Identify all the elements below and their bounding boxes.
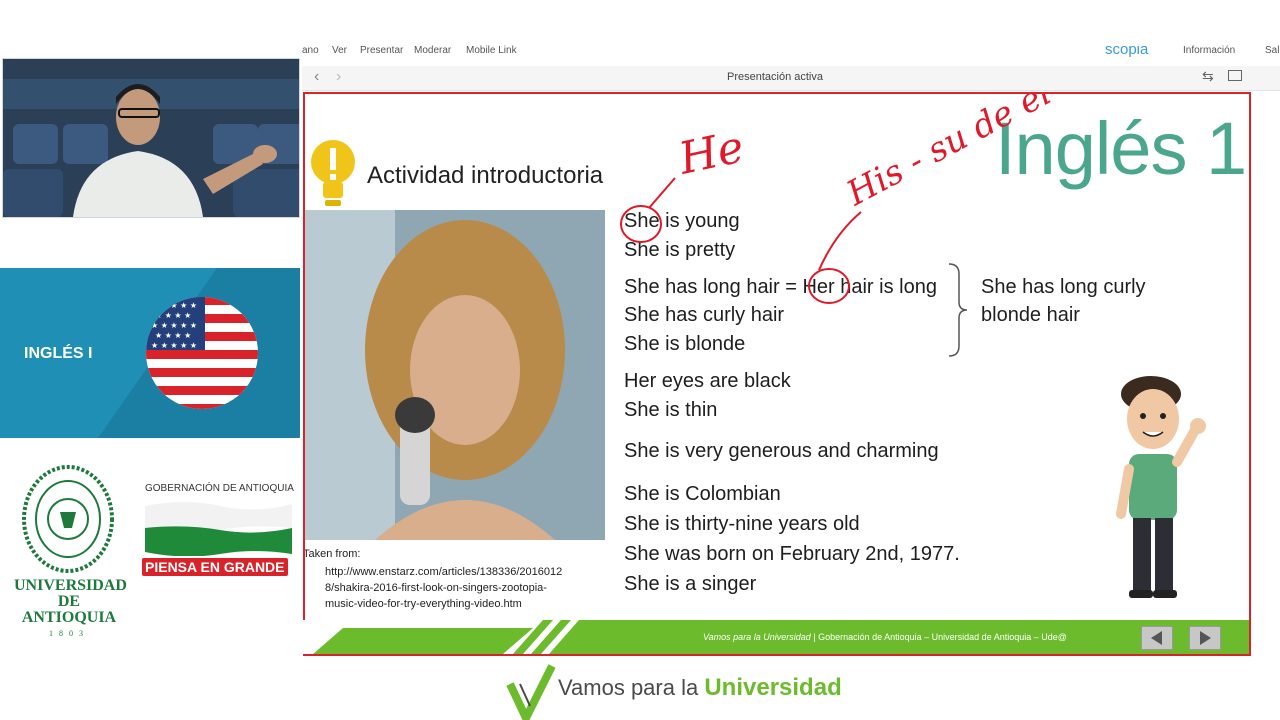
usa-flag-icon: ★ ★ ★ ★ ★ ★ ★ ★ ★ ★ ★ ★ ★ ★ ★ ★ ★ ★ ★ ★ … (146, 297, 258, 409)
bottom-logo-text: Vamos para la Universidad (558, 674, 842, 702)
next-slide-button[interactable] (1189, 626, 1221, 650)
menu-present[interactable]: Presentar (360, 45, 403, 56)
presentation-title: Presentación activa (727, 71, 823, 83)
right-triangle-icon (1200, 631, 1211, 645)
menu-info[interactable]: Información (1183, 45, 1235, 56)
handwriting-annotations: He His - su de él (620, 94, 1058, 304)
description-line: She is thirty-nine years old (624, 513, 860, 535)
menu-exit[interactable]: Salir (1265, 45, 1280, 56)
credit-url-3: music-video-for-try-everything-video.htm (325, 598, 522, 610)
menu-moderate[interactable]: Moderar (414, 45, 451, 56)
course-label: INGLÉS I (24, 345, 93, 362)
webcam-video (2, 58, 300, 218)
description-line: Her eyes are black (624, 370, 791, 392)
svg-text:★ ★ ★ ★: ★ ★ ★ ★ (155, 311, 191, 320)
svg-text:★ ★ ★ ★ ★: ★ ★ ★ ★ ★ (151, 321, 197, 330)
gov-slogan: PIENSA EN GRANDE (142, 558, 288, 576)
credit-label: Taken from: (303, 548, 361, 560)
description-line: She is very generous and charming (624, 440, 939, 462)
menu-file[interactable]: ano (302, 45, 319, 56)
left-triangle-icon (1151, 631, 1162, 645)
svg-text:★ ★ ★ ★ ★: ★ ★ ★ ★ ★ (151, 341, 197, 350)
svg-text:★ ★ ★ ★ ★: ★ ★ ★ ★ ★ (151, 301, 197, 310)
university-line2: DE ANTIOQUIA (21, 593, 117, 626)
gov-title: GOBERNACIÓN DE ANTIOQUIA (145, 483, 294, 494)
back-arrow-icon[interactable]: ‹ (314, 68, 319, 86)
menu-view[interactable]: Ver (332, 45, 347, 56)
antioquia-flag-icon (145, 502, 292, 556)
presenter-image (3, 59, 299, 217)
slide-canvas: Actividad introductoria Inglés 1 Taken f… (303, 92, 1251, 656)
scopia-brand: scopia (1105, 44, 1149, 58)
summary-line: blonde hair (981, 304, 1080, 326)
viewer-menubar: ano Ver Presentar Moderar Mobile Link sc… (302, 44, 1280, 58)
bottom-logo-strong: Universidad (704, 674, 842, 701)
previous-slide-button[interactable] (1141, 626, 1173, 650)
viewer-toolbar: ‹ › Presentación activa ⇆ (302, 66, 1280, 91)
description-line: She has curly hair (624, 304, 785, 326)
description-line: She is blonde (624, 333, 746, 355)
footer-italic: Vamos para la Universidad (703, 632, 811, 642)
university-year: 1803 (49, 629, 89, 638)
university-line1: UNIVERSIDAD (14, 577, 127, 594)
menu-mobile-link[interactable]: Mobile Link (466, 45, 517, 56)
credit-url-1: http://www.enstarz.com/articles/138336/2… (325, 566, 563, 578)
fullscreen-icon[interactable] (1228, 70, 1242, 81)
footer-text: Vamos para la Universidad | Gobernación … (703, 632, 1067, 642)
singer-photo (305, 210, 605, 540)
forward-arrow-icon[interactable]: › (336, 68, 341, 86)
svg-text:★ ★ ★ ★: ★ ★ ★ ★ (155, 331, 191, 340)
slide-footer: Vamos para la Universidad | Gobernación … (303, 620, 1249, 654)
description-line: She is a singer (624, 573, 757, 595)
university-seal-icon (22, 465, 114, 573)
credit-url[interactable]: http://www.enstarz.com/articles/138336/2… (325, 564, 562, 612)
description-line: She is Colombian (624, 483, 781, 505)
description-line: She was born on February 2nd, 1977. (624, 543, 960, 565)
description-line: She is thin (624, 399, 718, 421)
checkmark-logo-icon (506, 664, 556, 720)
footer-rest: | Gobernación de Antioquia – Universidad… (813, 632, 1067, 642)
swap-view-icon[interactable]: ⇆ (1202, 68, 1214, 85)
activity-title: Actividad introductoria (367, 162, 604, 189)
annotation-he: He (674, 121, 749, 184)
bottom-logo-prefix: Vamos para la (558, 675, 705, 700)
cartoon-boy-illustration (1116, 376, 1206, 598)
annotation-his: His - su de él (840, 94, 1058, 214)
lightbulb-icon (311, 140, 355, 206)
footer-stripes-icon (303, 620, 633, 654)
credit-url-2: 8/shakira-2016-first-look-on-singers-zoo… (325, 582, 547, 594)
university-name: UNIVERSIDAD DE ANTIOQUIA 1803 (14, 577, 127, 642)
